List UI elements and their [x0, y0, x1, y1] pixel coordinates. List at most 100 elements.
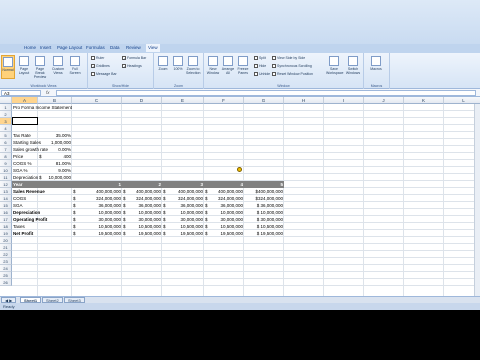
line-item-value[interactable]: 36,000,000: [123, 202, 161, 209]
line-item-value[interactable]: $324,000,000: [245, 195, 283, 202]
row-header-5[interactable]: 5: [0, 132, 12, 139]
column-header-b[interactable]: B: [38, 97, 72, 104]
line-item-value[interactable]: $400,000,000: [245, 188, 283, 195]
param-value[interactable]: 400: [39, 153, 71, 160]
row-header-22[interactable]: 22: [0, 251, 12, 258]
column-header-l[interactable]: L: [444, 97, 480, 104]
full-screen-button[interactable]: Full Screen: [68, 55, 82, 79]
column-header-h[interactable]: H: [284, 97, 324, 104]
ruler-checkbox[interactable]: Ruler: [91, 56, 104, 61]
line-item-label[interactable]: COGS: [13, 195, 61, 202]
page-break-preview-button[interactable]: Page Break Preview: [33, 55, 47, 79]
line-item-value[interactable]: 10,000,000: [73, 209, 121, 216]
row-header-23[interactable]: 23: [0, 258, 12, 265]
normal-view-button[interactable]: Normal: [1, 55, 15, 79]
line-item-value[interactable]: $ 19,500,000: [245, 230, 283, 237]
line-item-value[interactable]: $ 10,000,000: [245, 209, 283, 216]
save-workspace-button[interactable]: Save Workspace: [326, 55, 343, 79]
vertical-scrollbar[interactable]: [474, 104, 480, 296]
arrange-all-button[interactable]: Arrange All: [221, 55, 235, 79]
line-item-value[interactable]: 36,000,000: [205, 202, 243, 209]
gridlines-checkbox[interactable]: ✓Gridlines: [91, 64, 110, 69]
side-by-side-button[interactable]: View Side by Side: [272, 56, 305, 61]
row-header-11[interactable]: 11: [0, 174, 12, 181]
worksheet-grid[interactable]: ABCDEFGHIJKLM123456789101112131415161718…: [0, 97, 480, 296]
fx-icon[interactable]: fx: [46, 90, 50, 96]
year-label[interactable]: Year: [13, 181, 37, 188]
zoom-button[interactable]: Zoom: [156, 55, 170, 79]
column-header-e[interactable]: E: [162, 97, 204, 104]
row-header-8[interactable]: 8: [0, 153, 12, 160]
column-header-a[interactable]: A: [12, 97, 38, 104]
line-item-value[interactable]: $ 30,000,000: [245, 216, 283, 223]
row-header-20[interactable]: 20: [0, 237, 12, 244]
row-header-14[interactable]: 14: [0, 195, 12, 202]
row-header-1[interactable]: 1: [0, 104, 12, 111]
tab-page-layout[interactable]: Page Layout: [55, 44, 84, 52]
row-header-4[interactable]: 4: [0, 125, 12, 132]
line-item-value[interactable]: 400,000,000: [163, 188, 203, 195]
param-value[interactable]: 0.00%: [39, 146, 71, 153]
line-item-value[interactable]: $ 10,500,000: [245, 223, 283, 230]
tab-home[interactable]: Home: [22, 44, 38, 52]
tab-view[interactable]: View: [146, 44, 160, 52]
param-value[interactable]: 81.00%: [39, 160, 71, 167]
line-item-value[interactable]: 36,000,000: [73, 202, 121, 209]
active-cell[interactable]: [12, 117, 38, 125]
param-value[interactable]: 9.00%: [39, 167, 71, 174]
year-value[interactable]: 4: [205, 181, 243, 188]
hide-button[interactable]: Hide: [254, 64, 266, 69]
line-item-label[interactable]: Depreciation: [13, 209, 61, 216]
line-item-value[interactable]: 10,500,000: [205, 223, 243, 230]
tab-review[interactable]: Review: [124, 44, 143, 52]
row-header-24[interactable]: 24: [0, 265, 12, 272]
row-header-2[interactable]: 2: [0, 111, 12, 118]
column-header-d[interactable]: D: [122, 97, 162, 104]
line-item-label[interactable]: Sales Revenue: [13, 188, 61, 195]
param-value[interactable]: 35.00%: [39, 132, 71, 139]
row-header-17[interactable]: 17: [0, 216, 12, 223]
formula-input[interactable]: [56, 90, 476, 96]
line-item-label[interactable]: SGA: [13, 202, 61, 209]
column-header-j[interactable]: J: [364, 97, 404, 104]
line-item-value[interactable]: 19,500,000: [73, 230, 121, 237]
message-bar-checkbox[interactable]: Message Bar: [91, 72, 117, 77]
column-header-k[interactable]: K: [404, 97, 444, 104]
row-header-21[interactable]: 21: [0, 244, 12, 251]
row-header-12[interactable]: 12: [0, 181, 12, 188]
row-header-19[interactable]: 19: [0, 230, 12, 237]
name-box[interactable]: A3: [1, 90, 41, 96]
column-header-i[interactable]: I: [324, 97, 364, 104]
line-item-value[interactable]: 10,500,000: [123, 223, 161, 230]
column-header-f[interactable]: F: [204, 97, 244, 104]
zoom-to-selection-button[interactable]: Zoom to Selection: [186, 55, 200, 79]
line-item-label[interactable]: Operating Profit: [13, 216, 61, 223]
line-item-value[interactable]: 10,000,000: [163, 209, 203, 216]
line-item-value[interactable]: 10,500,000: [73, 223, 121, 230]
row-header-6[interactable]: 6: [0, 139, 12, 146]
zoom-100-button[interactable]: 100%: [171, 55, 185, 79]
line-item-value[interactable]: 10,500,000: [163, 223, 203, 230]
line-item-value[interactable]: 400,000,000: [123, 188, 161, 195]
line-item-value[interactable]: 324,000,000: [123, 195, 161, 202]
select-all-corner[interactable]: [0, 97, 12, 104]
split-button[interactable]: Split: [254, 56, 266, 61]
line-item-value[interactable]: 324,000,000: [163, 195, 203, 202]
freeze-panes-button[interactable]: Freeze Panes: [236, 55, 250, 79]
line-item-value[interactable]: 30,000,000: [205, 216, 243, 223]
line-item-value[interactable]: 10,000,000: [123, 209, 161, 216]
line-item-value[interactable]: 324,000,000: [73, 195, 121, 202]
param-value[interactable]: 10,000,000: [39, 174, 71, 181]
row-header-7[interactable]: 7: [0, 146, 12, 153]
row-header-18[interactable]: 18: [0, 223, 12, 230]
param-value[interactable]: 1,000,000: [39, 139, 71, 146]
tab-data[interactable]: Data: [108, 44, 122, 52]
line-item-value[interactable]: $ 36,000,000: [245, 202, 283, 209]
line-item-label[interactable]: Net Profit: [13, 230, 61, 237]
line-item-label[interactable]: Taxes: [13, 223, 61, 230]
line-item-value[interactable]: 324,000,000: [205, 195, 243, 202]
switch-windows-button[interactable]: Switch Windows: [344, 55, 362, 79]
row-header-26[interactable]: 26: [0, 279, 12, 286]
line-item-value[interactable]: 19,500,000: [163, 230, 203, 237]
tab-insert[interactable]: Insert: [38, 44, 53, 52]
